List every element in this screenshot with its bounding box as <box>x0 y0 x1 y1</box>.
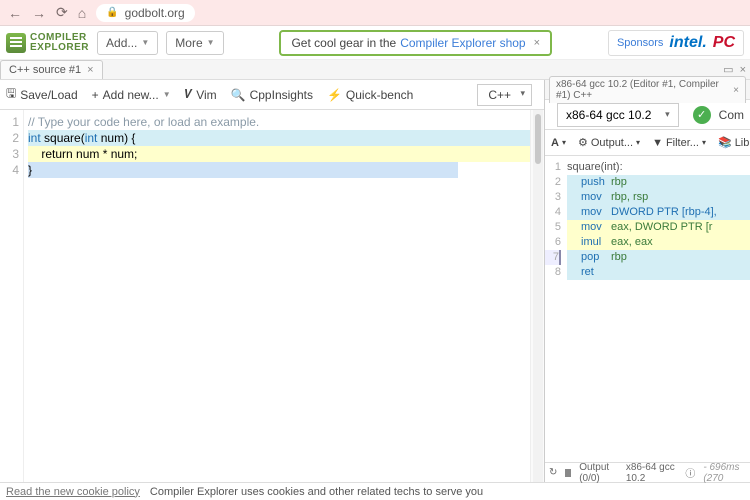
info-icon[interactable]: ⓘ <box>685 465 695 480</box>
logo-text-1: COMPILER <box>30 33 89 43</box>
caret-icon: ▼ <box>163 90 171 99</box>
compiler-tab[interactable]: x86-64 gcc 10.2 (Editor #1, Compiler #1)… <box>549 76 746 103</box>
source-editor[interactable]: 1234 // Type your code here, or load an … <box>0 110 544 482</box>
source-tab[interactable]: C++ source #1 × <box>0 60 103 79</box>
source-tab-label: C++ source #1 <box>9 64 81 76</box>
compile-button[interactable]: Com <box>719 108 744 122</box>
scrollbar-vertical[interactable] <box>533 110 543 482</box>
compiler-pane: x86-64 gcc 10.2 (Editor #1, Compiler #1)… <box>545 80 750 482</box>
cookie-policy-link[interactable]: Read the new cookie policy <box>6 486 140 498</box>
reload-icon[interactable]: ↻ <box>549 467 557 478</box>
logo-icon <box>6 33 26 53</box>
vim-icon: 𝑽 <box>185 87 193 102</box>
nav-back-icon[interactable]: ← <box>8 5 22 21</box>
code-area[interactable]: // Type your code here, or load an examp… <box>24 110 530 482</box>
asm-editor[interactable]: 12345678 square(int): pushrbp movrbp, rs… <box>545 156 750 462</box>
output-status[interactable]: Output (0/0) <box>579 462 618 484</box>
url-bar[interactable]: 🔒 godbolt.org <box>96 4 195 22</box>
caret-icon: ▾ <box>562 138 566 147</box>
add-new-button[interactable]: +Add new...▼ <box>92 88 171 102</box>
add-label: Add... <box>106 36 137 50</box>
browser-chrome: ← → ⟳ ⌂ 🔒 godbolt.org <box>0 0 750 26</box>
close-icon[interactable]: × <box>87 64 93 76</box>
save-load-button[interactable]: 🖫Save/Load <box>6 84 78 105</box>
status-time: - 696ms (270 <box>703 462 746 484</box>
logo[interactable]: COMPILER EXPLORER <box>6 33 89 53</box>
language-dropdown[interactable]: C++ <box>477 84 532 106</box>
sponsors-label: Sponsors <box>617 37 663 49</box>
quickbench-button[interactable]: ⚡Quick-bench <box>327 88 413 102</box>
caret-icon: ▾ <box>636 138 640 147</box>
cppinsights-button[interactable]: 🔍CppInsights <box>231 88 313 102</box>
more-label: More <box>175 36 202 50</box>
font-size-button[interactable]: A▾ <box>551 137 566 149</box>
shop-banner: Get cool gear in the Compiler Explorer s… <box>232 30 600 56</box>
bolt-icon: ⚡ <box>327 88 342 102</box>
nav-home-icon[interactable]: ⌂ <box>78 5 86 21</box>
asm-code[interactable]: square(int): pushrbp movrbp, rsp movDWOR… <box>565 156 750 462</box>
top-bar: COMPILER EXPLORER Add... ▼ More ▼ Get cool… <box>0 26 750 60</box>
status-compiler[interactable]: x86-64 gcc 10.2 <box>626 462 678 484</box>
compiler-dropdown[interactable]: x86-64 gcc 10.2 ▾ <box>557 103 679 127</box>
floppy-icon: 🖫 <box>6 84 16 105</box>
status-ok-icon: ✓ <box>693 106 711 124</box>
add-dropdown[interactable]: Add... ▼ <box>97 31 158 55</box>
output-dropdown[interactable]: ⚙Output...▾ <box>578 136 640 149</box>
caret-icon: ▼ <box>141 38 149 47</box>
caret-icon: ▼ <box>207 38 215 47</box>
url-host: godbolt.org <box>125 6 185 20</box>
lock-icon: 🔒 <box>106 7 118 18</box>
sponsor-pc: PC <box>713 34 735 52</box>
filter-dropdown[interactable]: ▼Filter...▾ <box>652 137 706 149</box>
banner-close-icon[interactable]: × <box>534 37 540 49</box>
output-indicator-icon <box>565 469 571 477</box>
filter-icon: ▼ <box>652 137 663 149</box>
libraries-button[interactable]: 📚Libraries <box>718 136 750 149</box>
sponsors-box[interactable]: Sponsors intel. PC <box>608 30 744 56</box>
logo-text-2: EXPLORER <box>30 43 89 53</box>
nav-forward-icon[interactable]: → <box>32 5 46 21</box>
caret-icon: ▾ <box>702 138 706 147</box>
window-icon[interactable]: ▭ <box>723 63 733 76</box>
compiler-tab-label: x86-64 gcc 10.2 (Editor #1, Compiler #1)… <box>556 79 729 101</box>
source-toolbar: 🖫Save/Load +Add new...▼ 𝑽Vim 🔍CppInsight… <box>0 80 544 110</box>
more-dropdown[interactable]: More ▼ <box>166 31 223 55</box>
compiler-header: x86-64 gcc 10.2 ▾ ✓ Com <box>545 100 750 130</box>
vim-button[interactable]: 𝑽Vim <box>185 87 217 102</box>
cookie-bar: Read the new cookie policy Compiler Expl… <box>0 482 750 500</box>
asm-gutter: 12345678 <box>545 156 565 462</box>
source-pane: 🖫Save/Load +Add new...▼ 𝑽Vim 🔍CppInsight… <box>0 80 545 482</box>
search-icon: 🔍 <box>231 88 246 102</box>
cookie-message: Compiler Explorer uses cookies and other… <box>150 486 483 498</box>
compiler-toolbar: A▾ ⚙Output...▾ ▼Filter...▾ 📚Libraries <box>545 130 750 156</box>
compiler-status-bar: ↻ Output (0/0) x86-64 gcc 10.2 ⓘ - 696ms… <box>545 462 750 482</box>
nav-reload-icon[interactable]: ⟳ <box>56 4 68 21</box>
book-icon: 📚 <box>718 136 732 149</box>
close-icon[interactable]: × <box>733 85 739 96</box>
compiler-tabstrip: x86-64 gcc 10.2 (Editor #1, Compiler #1)… <box>545 80 750 100</box>
caret-icon: ▾ <box>665 109 670 120</box>
plus-icon: + <box>92 88 99 102</box>
close-icon[interactable]: × <box>740 64 746 76</box>
banner-link[interactable]: Compiler Explorer shop <box>400 36 525 50</box>
gear-icon: ⚙ <box>578 136 588 149</box>
sponsor-intel: intel. <box>669 34 706 52</box>
line-gutter: 1234 <box>0 110 24 482</box>
banner-text: Get cool gear in the <box>291 36 396 50</box>
